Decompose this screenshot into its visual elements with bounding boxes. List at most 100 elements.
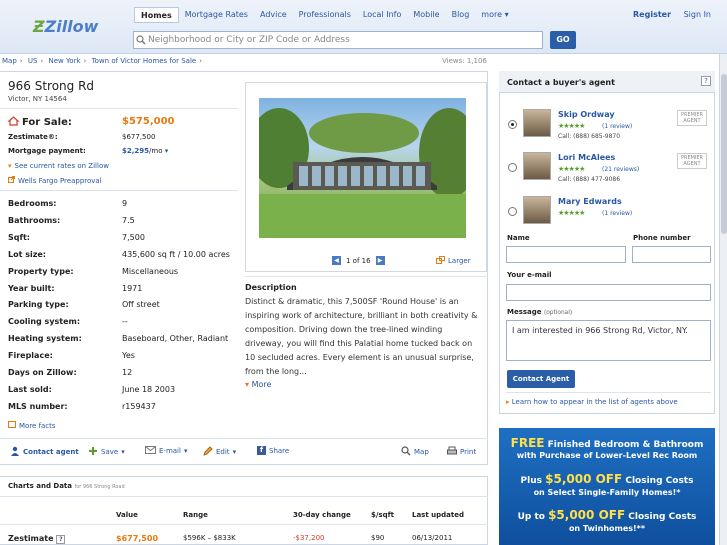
email-button[interactable]: E-mail ▾ (145, 446, 187, 456)
ad-free: FREE (510, 436, 545, 450)
scrollbar[interactable] (719, 54, 727, 545)
view-count: Views: 1,106 (442, 57, 487, 65)
agent-name[interactable]: Mary Edwards (558, 197, 622, 206)
prev-photo-button[interactable]: ◀ (332, 256, 341, 265)
action-bar: Contact agent Save ▾ E-mail ▾ Edit ▾ f Share… (0, 443, 488, 463)
caret-down-icon: ▾ (183, 447, 188, 455)
chevron-right-icon: › (83, 57, 87, 65)
agent-phone: Call: (888) 477-9086 (558, 176, 621, 183)
save-label: Save (101, 448, 119, 456)
email-field[interactable] (506, 284, 711, 301)
more-description-link[interactable]: ▾ More (245, 380, 271, 389)
caret-down-icon: ▾ (504, 10, 509, 19)
go-button[interactable]: GO (550, 31, 576, 49)
register-link[interactable]: Register (633, 10, 671, 19)
agent-option[interactable]: Skip Ordway ★★★★★ (1 review) Call: (888)… (506, 108, 711, 142)
message-label-text: Message (507, 308, 542, 316)
house-icon (7, 116, 20, 129)
print-button[interactable]: Print (447, 446, 476, 458)
breadcrumb: Map › US › New York › Town of Victor Homes … (2, 57, 205, 65)
phone-label: Phone number (633, 234, 691, 242)
help-icon[interactable]: ? (56, 535, 66, 544)
crumb-us[interactable]: US (28, 57, 38, 65)
nav-homes[interactable]: Homes (134, 7, 179, 23)
caret-down-icon: ▾ (232, 448, 237, 456)
col-updated: Last updated (412, 511, 464, 519)
ad-line-3c: Closing Costs (622, 476, 694, 486)
chevron-right-icon: › (19, 57, 23, 65)
caret-down-icon: ▾ (164, 147, 169, 155)
name-field[interactable] (506, 246, 626, 263)
crumb-victor[interactable]: Town of Victor Homes for Sale (92, 57, 197, 65)
print-label: Print (460, 448, 477, 456)
caret-down-icon: ▾ (245, 380, 250, 389)
contact-agent-button[interactable]: Contact agent (10, 446, 79, 458)
agent-radio[interactable] (508, 207, 517, 216)
agent-name[interactable]: Lori McAlees (558, 153, 615, 162)
agent-reviews[interactable]: (21 reviews) (602, 166, 639, 173)
agent-option[interactable]: Lori McAlees ★★★★★ (21 reviews) Call: (8… (506, 151, 711, 185)
nav-mortgage-rates[interactable]: Mortgage Rates (179, 7, 254, 23)
agent-radio[interactable] (508, 163, 517, 172)
divider (245, 276, 488, 277)
listing-photo[interactable] (259, 98, 466, 238)
enlarge-icon (436, 256, 445, 266)
edit-button[interactable]: Edit ▾ (203, 446, 236, 458)
charts-heading-text: Charts and Data (8, 482, 73, 490)
phone-field[interactable] (632, 246, 711, 263)
agent-radio[interactable] (508, 120, 517, 129)
rates-link[interactable]: ▾ See current rates on Zillow (8, 162, 109, 170)
agent-panel-title: Contact a buyer's agent (507, 78, 615, 87)
fact-label: Sqft: (8, 233, 30, 242)
top-bar: ƵZillow Homes Mortgage Rates Advice Prof… (0, 0, 727, 54)
more-facts-link[interactable]: More facts (8, 421, 56, 430)
nav-mobile[interactable]: Mobile (407, 7, 445, 23)
mortgage-unit: /mo (149, 147, 163, 155)
crumb-map[interactable]: Map (2, 57, 17, 65)
learn-more-link[interactable]: ▸ Learn how to appear in the list of age… (506, 398, 678, 406)
share-button[interactable]: f Share (257, 446, 289, 455)
preapproval-link[interactable]: Wells Fargo Preapproval (8, 176, 102, 185)
agent-reviews[interactable]: (1 review) (602, 210, 632, 217)
zestimate-row-change: -$37,200 (293, 534, 325, 542)
search-input[interactable]: Neighborhood or City or ZIP Code or Addr… (133, 31, 543, 49)
map-button[interactable]: Map (401, 446, 429, 458)
help-icon[interactable]: ? (701, 76, 711, 86)
crumb-new-york[interactable]: New York (48, 57, 80, 65)
zestimate-row-range: $596K – $833K (183, 534, 236, 542)
agent-reviews[interactable]: (1 review) (602, 123, 632, 130)
scrollbar-thumb[interactable] (721, 74, 727, 234)
nav-blog[interactable]: Blog (446, 7, 476, 23)
advertisement-banner[interactable]: FREE Finished Bedroom & Bathroom with Pu… (499, 428, 715, 545)
ad-line-3a: Plus (520, 476, 546, 486)
mortgage-payment[interactable]: $2,295/mo ▾ (122, 147, 168, 155)
fact-label: Cooling system: (8, 317, 81, 326)
caret-down-icon: ▾ (121, 448, 125, 456)
message-field[interactable]: I am interested in 966 Strong Rd, Victor… (506, 320, 711, 361)
zillow-logo[interactable]: ƵZillow (33, 17, 98, 36)
name-label: Name (507, 234, 530, 242)
signin-link[interactable]: Sign In (684, 10, 711, 19)
zestimate-row-label: Zestimate ? (8, 534, 66, 544)
agent-option[interactable]: Mary Edwards ★★★★★ (1 review) (506, 195, 711, 229)
zestimate-value: $677,500 (122, 133, 156, 141)
save-button[interactable]: Save ▾ (88, 446, 125, 458)
nav-more[interactable]: more ▾ (475, 7, 514, 23)
contact-agent-submit-button[interactable]: Contact Agent (507, 370, 575, 388)
nav-local-info[interactable]: Local Info (357, 7, 407, 23)
external-link-icon (8, 176, 15, 185)
larger-photo-link[interactable]: Larger (436, 256, 471, 266)
mortgage-value: $2,295 (122, 147, 150, 155)
agent-photo (523, 196, 551, 224)
fact-value: 7,500 (122, 233, 145, 242)
rating-stars-icon: ★★★★★ (558, 122, 585, 130)
nav-advice[interactable]: Advice (254, 7, 293, 23)
nav-professionals[interactable]: Professionals (293, 7, 357, 23)
ad-line-2: with Purchase of Lower-Level Rec Room (516, 451, 698, 460)
ad-line-5: Up to $5,000 OFF Closing Costs (499, 508, 715, 522)
fact-value: 9 (122, 199, 128, 208)
next-photo-button[interactable]: ▶ (375, 256, 385, 265)
agent-name[interactable]: Skip Ordway (558, 110, 615, 119)
fact-value: Off street (122, 300, 160, 309)
message-optional: (optional) (543, 310, 573, 316)
